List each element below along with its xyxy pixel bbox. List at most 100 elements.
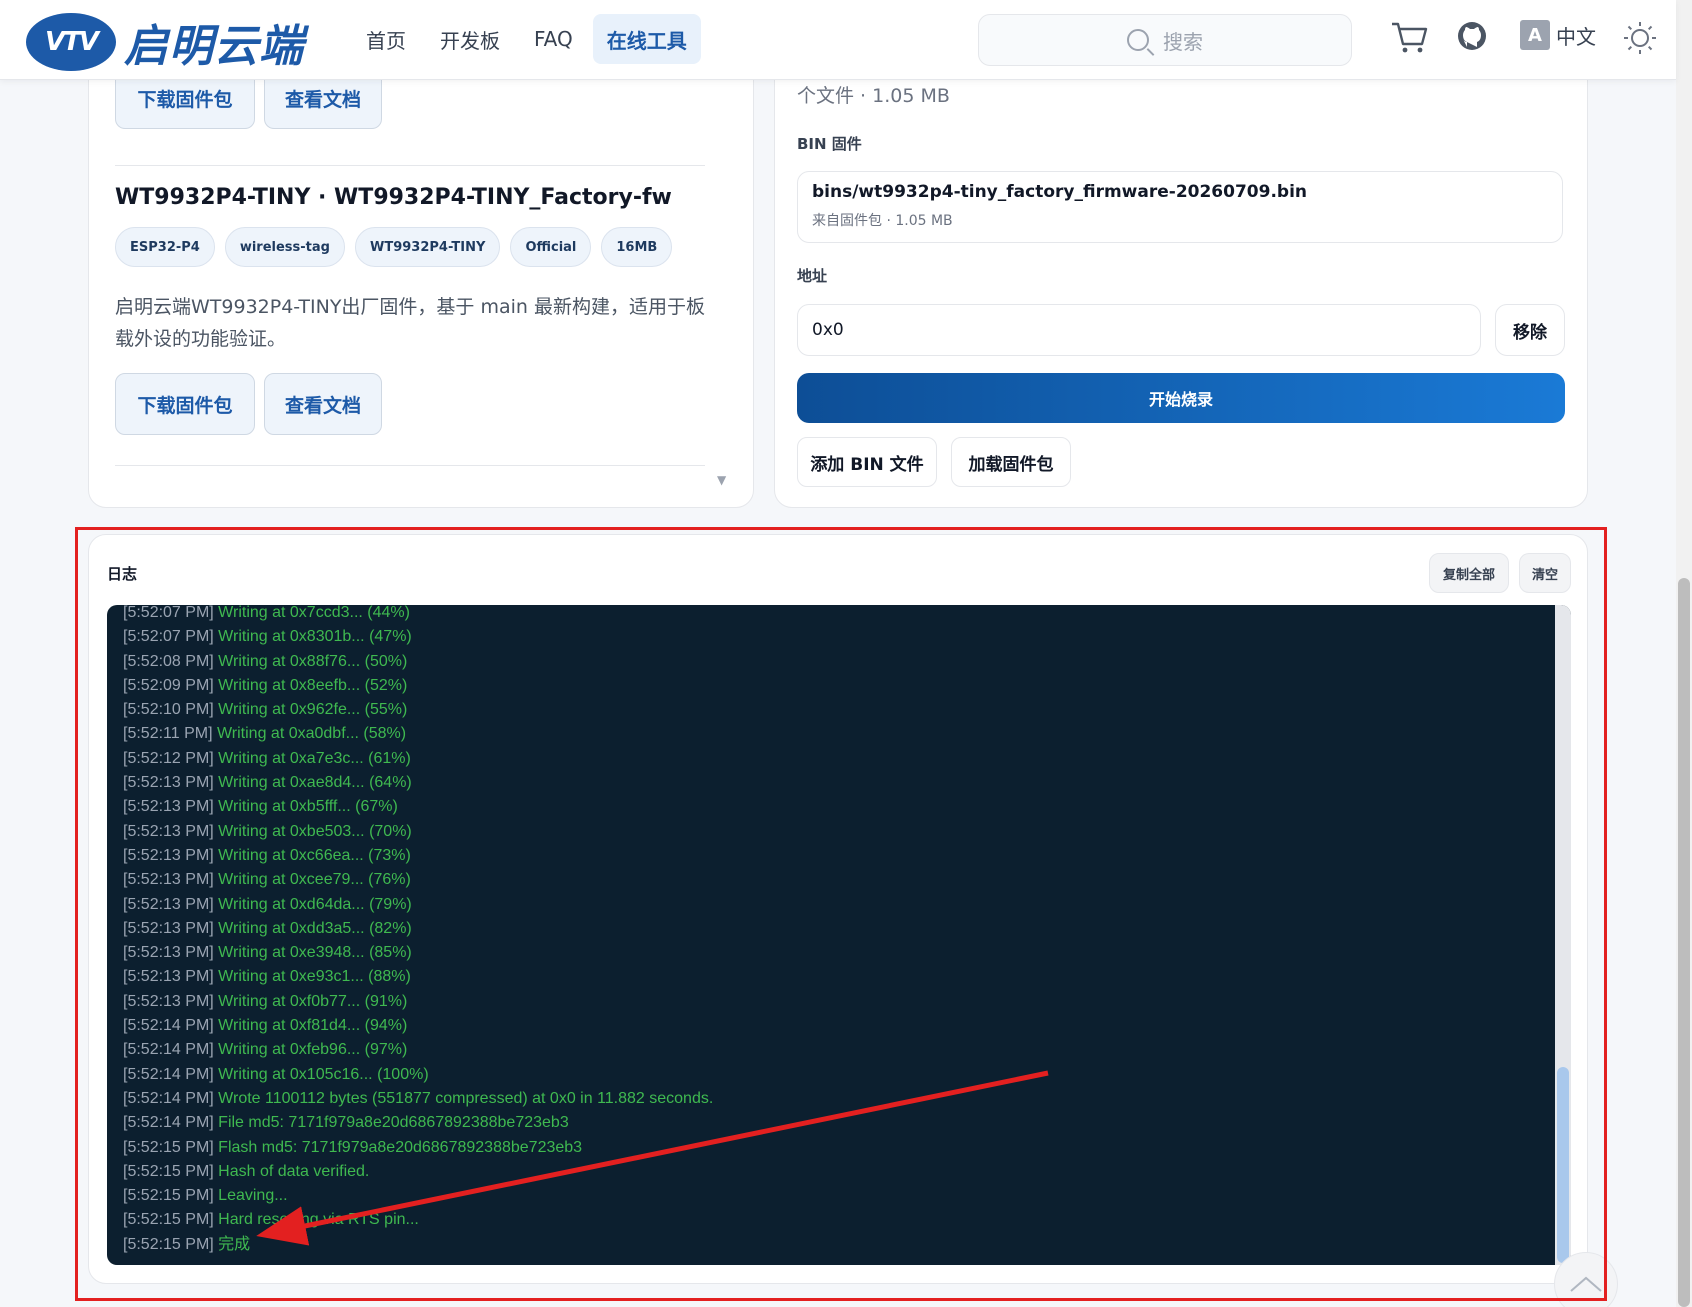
bin-file-entry: bins/wt9932p4-tiny_factory_firmware-2026… [797, 171, 1563, 243]
log-message: Writing at 0xfeb96... (97%) [218, 1041, 408, 1059]
log-message: Writing at 0xcee79... (76%) [218, 871, 411, 889]
log-message: Writing at 0xa0dbf... (58%) [216, 725, 407, 743]
log-line: [5:52:08 PM] Writing at 0x88f76... (50%) [123, 650, 1523, 674]
log-title: 日志 [107, 565, 138, 583]
start-flash-button[interactable]: 开始烧录 [797, 373, 1565, 423]
add-bin-button[interactable]: 添加 BIN 文件 [797, 437, 937, 487]
firmware-list-card: 下载固件包 查看文档 WT9932P4-TINY · WT9932P4-TINY… [88, 40, 754, 508]
log-timestamp: [5:52:13 PM] [123, 822, 214, 840]
translate-icon: A [1520, 20, 1550, 50]
log-line: [5:52:09 PM] Writing at 0x8eefb... (52%) [123, 674, 1523, 698]
cart-icon[interactable] [1390, 20, 1428, 65]
log-message: Writing at 0xf81d4... (94%) [218, 1017, 408, 1035]
page-scrollbar-thumb[interactable] [1678, 578, 1690, 1307]
log-line: [5:52:13 PM] Writing at 0xb5fff... (67%) [123, 795, 1523, 819]
main-nav: 首页 开发板 FAQ 在线工具 [352, 14, 701, 64]
log-timestamp: [5:52:11 PM] [123, 725, 213, 743]
clear-button[interactable]: 清空 [1519, 553, 1571, 593]
divider [115, 465, 705, 466]
scroll-down-icon[interactable]: ▼ [717, 473, 726, 487]
log-message: Writing at 0x7ccd3... (44%) [218, 605, 410, 621]
logo-text: 启明云端 [124, 21, 304, 72]
log-timestamp: [5:52:13 PM] [123, 919, 214, 937]
remove-button[interactable]: 移除 [1495, 304, 1565, 356]
back-to-top-button[interactable] [1554, 1252, 1618, 1307]
log-timestamp: [5:52:15 PM] [123, 1211, 214, 1229]
log-line: [5:52:13 PM] Writing at 0xc66ea... (73%) [123, 844, 1523, 868]
log-line: [5:52:14 PM] Wrote 1100112 bytes (551877… [123, 1087, 1523, 1111]
log-message: Writing at 0xe3948... (85%) [218, 944, 412, 962]
log-line: [5:52:14 PM] Writing at 0xf81d4... (94%) [123, 1014, 1523, 1038]
log-message: File md5: 7171f979a8e20d6867892388be723e… [218, 1114, 569, 1132]
log-message: Writing at 0xae8d4... (64%) [218, 774, 412, 792]
log-timestamp: [5:52:08 PM] [123, 652, 214, 670]
log-message: Writing at 0x88f76... (50%) [218, 652, 408, 670]
log-timestamp: [5:52:13 PM] [123, 895, 214, 913]
log-message: Writing at 0x8301b... (47%) [218, 628, 412, 646]
github-icon[interactable] [1456, 20, 1488, 63]
log-timestamp: [5:52:15 PM] [123, 1162, 214, 1180]
log-scrollbar[interactable] [1555, 605, 1571, 1265]
bin-label: BIN 固件 [797, 135, 862, 153]
log-card: 日志 复制全部 清空 [5:52:07 PM] Writing at 0x7cc… [88, 534, 1588, 1284]
load-package-button[interactable]: 加载固件包 [951, 437, 1071, 487]
search-placeholder: 搜索 [1163, 29, 1203, 54]
log-message: Writing at 0x105c16... (100%) [218, 1065, 429, 1083]
search-box[interactable]: 搜索 [978, 14, 1352, 66]
page-scrollbar[interactable] [1676, 0, 1692, 1307]
log-message: Writing at 0xdd3a5... (82%) [218, 919, 412, 937]
log-message: Flash md5: 7171f979a8e20d6867892388be723… [218, 1138, 583, 1156]
log-timestamp: [5:52:09 PM] [123, 676, 214, 694]
log-timestamp: [5:52:15 PM] [123, 1187, 214, 1205]
log-timestamp: [5:52:14 PM] [123, 1065, 214, 1083]
log-line: [5:52:07 PM] Writing at 0x8301b... (47%) [123, 625, 1523, 649]
divider [115, 165, 705, 166]
nav-faq[interactable]: FAQ [520, 14, 587, 64]
search-icon [1127, 29, 1149, 51]
copy-all-button[interactable]: 复制全部 [1429, 553, 1509, 593]
log-timestamp: [5:52:14 PM] [123, 1089, 214, 1107]
log-timestamp: [5:52:07 PM] [123, 628, 214, 646]
language-switcher[interactable]: A 中文 [1520, 20, 1596, 50]
site-logo[interactable]: VTV 启明云端 [26, 10, 304, 74]
file-summary: 个文件 · 1.05 MB [797, 85, 950, 107]
log-message: Writing at 0xe93c1... (88%) [218, 968, 411, 986]
log-message: Writing at 0x8eefb... (52%) [218, 676, 408, 694]
bin-file-meta: 来自固件包 · 1.05 MB [812, 213, 953, 229]
log-console[interactable]: [5:52:07 PM] Writing at 0x7ccd3... (44%)… [107, 605, 1571, 1265]
download-firmware-button[interactable]: 下载固件包 [115, 373, 255, 435]
firmware-tags: ESP32-P4 wireless-tag WT9932P4-TINY Offi… [115, 227, 673, 267]
log-lines: [5:52:07 PM] Writing at 0x7ccd3... (44%)… [123, 605, 1523, 1257]
nav-online-tools[interactable]: 在线工具 [592, 14, 701, 64]
tag-official: Official [510, 227, 592, 267]
log-line: [5:52:10 PM] Writing at 0x962fe... (55%) [123, 698, 1523, 722]
theme-sun-icon[interactable] [1622, 20, 1658, 67]
nav-home[interactable]: 首页 [352, 14, 420, 64]
address-input[interactable]: 0x0 [797, 304, 1481, 356]
view-docs-button[interactable]: 查看文档 [264, 373, 382, 435]
log-line: [5:52:15 PM] Leaving... [123, 1184, 1523, 1208]
log-scrollbar-thumb[interactable] [1557, 1067, 1569, 1263]
language-label: 中文 [1556, 24, 1596, 49]
log-line: [5:52:14 PM] Writing at 0xfeb96... (97%) [123, 1038, 1523, 1062]
tag-chip: ESP32-P4 [115, 227, 215, 267]
log-timestamp: [5:52:15 PM] [123, 1138, 214, 1156]
log-message: Hard resetting via RTS pin... [218, 1211, 419, 1229]
address-label: 地址 [797, 267, 828, 285]
log-line: [5:52:14 PM] Writing at 0x105c16... (100… [123, 1063, 1523, 1087]
log-line: [5:52:13 PM] Writing at 0xf0b77... (91%) [123, 990, 1523, 1014]
log-timestamp: [5:52:07 PM] [123, 605, 214, 621]
bin-file-name: bins/wt9932p4-tiny_factory_firmware-2026… [812, 182, 1308, 202]
log-line: [5:52:15 PM] 完成 [123, 1233, 1523, 1257]
log-message: Writing at 0xc66ea... (73%) [218, 846, 411, 864]
log-line: [5:52:15 PM] Hash of data verified. [123, 1160, 1523, 1184]
log-message: Writing at 0xb5fff... (67%) [218, 798, 398, 816]
log-line: [5:52:12 PM] Writing at 0xa7e3c... (61%) [123, 747, 1523, 771]
log-line: [5:52:13 PM] Writing at 0xbe503... (70%) [123, 820, 1523, 844]
log-line: [5:52:13 PM] Writing at 0xe93c1... (88%) [123, 965, 1523, 989]
log-timestamp: [5:52:13 PM] [123, 968, 214, 986]
flasher-card: 个文件 · 1.05 MB BIN 固件 bins/wt9932p4-tiny_… [774, 40, 1588, 508]
nav-boards[interactable]: 开发板 [426, 14, 514, 64]
log-message: Hash of data verified. [218, 1162, 370, 1180]
log-timestamp: [5:52:12 PM] [123, 749, 214, 767]
